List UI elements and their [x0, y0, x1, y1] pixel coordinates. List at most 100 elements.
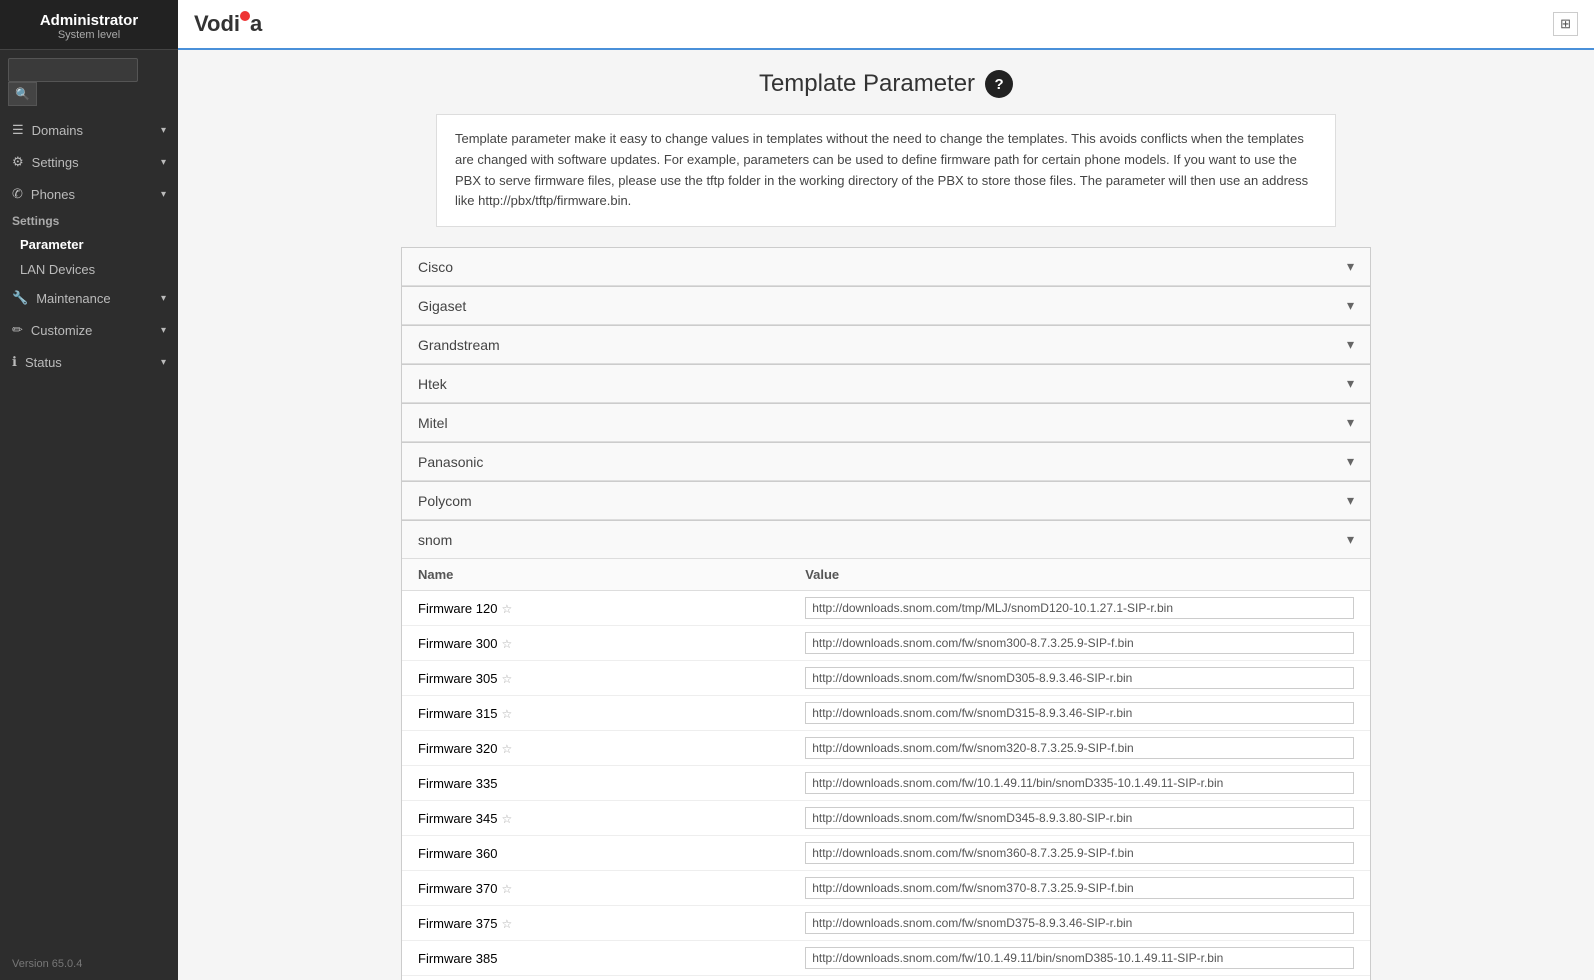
table-row: Firmware 370☆	[402, 871, 1370, 906]
sidebar-version: Version 65.0.4	[0, 948, 178, 980]
sidebar-item-maintenance[interactable]: 🔧 Maintenance ▾	[0, 282, 178, 314]
phones-sub-section-label: Settings	[0, 210, 178, 232]
accordion-item-mitel: Mitel ▾	[401, 403, 1371, 443]
firmware-name-cell: Firmware 320 ☆	[402, 731, 789, 766]
sidebar-item-customize[interactable]: ✏ Customize ▾	[0, 314, 178, 346]
phones-caret: ▾	[161, 189, 166, 200]
accordion-item-cisco: Cisco ▾	[401, 247, 1371, 287]
sidebar-item-lan-devices[interactable]: LAN Devices	[0, 257, 178, 282]
firmware-value-cell	[789, 906, 1370, 941]
sidebar-item-settings[interactable]: ⚙ Settings ▾	[0, 146, 178, 178]
main: Vodia ⊞ Template Parameter ? Template pa…	[178, 0, 1594, 980]
firmware-value-input[interactable]	[805, 912, 1354, 934]
accordion-header-htek[interactable]: Htek ▾	[402, 365, 1370, 403]
table-row: Firmware 345 ☆	[402, 801, 1370, 836]
firmware-name: Firmware 360	[418, 846, 497, 861]
accordion-container: Cisco ▾ Gigaset ▾ Grandstream ▾	[401, 247, 1371, 980]
star-icon[interactable]: ☆	[501, 637, 512, 651]
accordion-item-htek: Htek ▾	[401, 364, 1371, 404]
accordion-header-grandstream[interactable]: Grandstream ▾	[402, 326, 1370, 364]
firmware-value-cell	[789, 766, 1370, 801]
chevron-down-icon: ▾	[1347, 492, 1354, 509]
sidebar-item-domains[interactable]: ☰ Domains ▾	[0, 114, 178, 146]
firmware-value-input[interactable]	[805, 807, 1354, 829]
firmware-name-cell: Firmware 360	[402, 836, 789, 871]
table-row: Firmware 120☆	[402, 591, 1370, 626]
firmware-value-cell	[789, 976, 1370, 980]
firmware-value-input[interactable]	[805, 772, 1354, 794]
firmware-value-cell	[789, 871, 1370, 906]
chevron-down-icon: ▾	[1347, 375, 1354, 392]
status-icon: ℹ	[12, 354, 17, 370]
col-name-header: Name	[402, 559, 789, 591]
sidebar-header: Administrator System level	[0, 0, 178, 50]
accordion-item-panasonic: Panasonic ▾	[401, 442, 1371, 482]
accordion-header-mitel[interactable]: Mitel ▾	[402, 404, 1370, 442]
chevron-down-icon: ▾	[1347, 531, 1354, 548]
logo-dot	[240, 11, 250, 21]
firmware-value-input[interactable]	[805, 947, 1354, 969]
firmware-value-cell	[789, 836, 1370, 871]
sidebar-search: 🔍	[0, 50, 178, 114]
firmware-name-cell: Firmware 375 ☆	[402, 906, 789, 941]
firmware-name: Firmware 320	[418, 741, 497, 756]
firmware-name: Firmware 385	[418, 951, 497, 966]
firmware-value-input[interactable]	[805, 632, 1354, 654]
firmware-value-input[interactable]	[805, 597, 1354, 619]
firmware-value-input[interactable]	[805, 667, 1354, 689]
accordion-label-cisco: Cisco	[418, 259, 453, 275]
firmware-name: Firmware 375	[418, 916, 497, 931]
firmware-table: Name Value Firmware 120☆Firmware 300☆Fir…	[402, 559, 1370, 980]
topbar: Vodia ⊞	[178, 0, 1594, 50]
accordion-header-gigaset[interactable]: Gigaset ▾	[402, 287, 1370, 325]
accordion-header-cisco[interactable]: Cisco ▾	[402, 248, 1370, 286]
sidebar-item-parameter[interactable]: Parameter	[0, 232, 178, 257]
firmware-value-input[interactable]	[805, 702, 1354, 724]
sidebar-item-status[interactable]: ℹ Status ▾	[0, 346, 178, 378]
firmware-name: Firmware 345	[418, 811, 497, 826]
sidebar-item-customize-label: Customize	[31, 323, 92, 338]
star-icon[interactable]: ☆	[501, 672, 512, 686]
search-button[interactable]: 🔍	[8, 82, 37, 106]
chevron-down-icon: ▾	[1347, 336, 1354, 353]
star-icon[interactable]: ☆	[501, 602, 512, 616]
sidebar: Administrator System level 🔍 ☰ Domains ▾…	[0, 0, 178, 980]
chevron-down-icon: ▾	[1347, 258, 1354, 275]
accordion-header-snom[interactable]: snom ▾	[402, 521, 1370, 559]
star-icon[interactable]: ☆	[501, 882, 512, 896]
sidebar-item-phones[interactable]: ✆ Phones ▾	[0, 178, 178, 210]
system-level: System level	[10, 29, 168, 41]
sidebar-item-settings-label: Settings	[32, 155, 79, 170]
maintenance-caret: ▾	[161, 293, 166, 304]
star-icon[interactable]: ☆	[501, 707, 512, 721]
accordion-item-gigaset: Gigaset ▾	[401, 286, 1371, 326]
search-input[interactable]	[8, 58, 138, 82]
firmware-value-cell	[789, 661, 1370, 696]
firmware-name-cell: Firmware 315☆	[402, 696, 789, 731]
firmware-value-cell	[789, 591, 1370, 626]
firmware-value-input[interactable]	[805, 877, 1354, 899]
firmware-value-input[interactable]	[805, 842, 1354, 864]
customize-caret: ▾	[161, 325, 166, 336]
accordion-item-snom: snom ▾ Name Value Firmware 120☆ Firmware …	[401, 520, 1371, 980]
customize-icon: ✏	[12, 322, 23, 338]
star-icon[interactable]: ☆	[501, 917, 512, 931]
settings-caret: ▾	[161, 157, 166, 168]
help-icon[interactable]: ?	[985, 70, 1013, 98]
table-row: Firmware 375 ☆	[402, 906, 1370, 941]
topbar-grid-button[interactable]: ⊞	[1553, 12, 1578, 36]
topbar-icons: ⊞	[1553, 12, 1578, 36]
star-icon[interactable]: ☆	[501, 812, 512, 826]
accordion-header-panasonic[interactable]: Panasonic ▾	[402, 443, 1370, 481]
star-icon[interactable]: ☆	[501, 742, 512, 756]
col-value-header: Value	[789, 559, 1370, 591]
firmware-value-input[interactable]	[805, 737, 1354, 759]
firmware-value-cell	[789, 626, 1370, 661]
maintenance-icon: 🔧	[12, 290, 28, 306]
domains-caret: ▾	[161, 125, 166, 136]
accordion-header-polycom[interactable]: Polycom ▾	[402, 482, 1370, 520]
table-row: Firmware 385	[402, 941, 1370, 976]
firmware-name: Firmware 300	[418, 636, 497, 651]
firmware-name-cell: Firmware 370☆	[402, 871, 789, 906]
firmware-name: Firmware 305	[418, 671, 497, 686]
